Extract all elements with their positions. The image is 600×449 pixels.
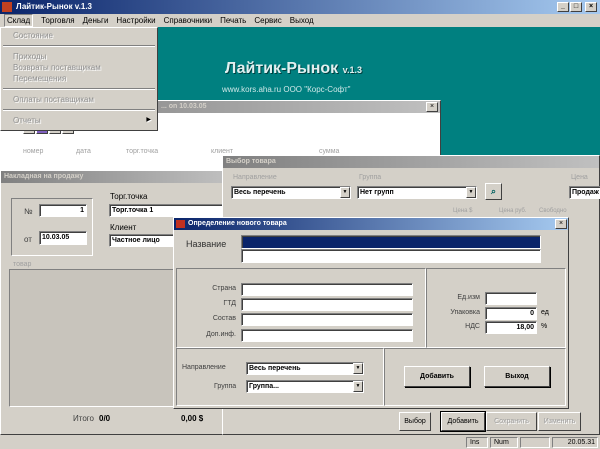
- dialog-icon: [176, 220, 185, 228]
- menu-nastroyki[interactable]: Настройки: [116, 14, 155, 27]
- group-label: Группа: [359, 174, 382, 181]
- submenu-arrow-icon: ▶: [146, 117, 151, 123]
- chevron-down-icon: ▼: [340, 187, 350, 198]
- point-label: Торг.точка: [110, 192, 148, 201]
- status-num: Num: [490, 437, 518, 448]
- dialog-group-combo[interactable]: Группа... ▼: [246, 380, 364, 393]
- dialog-title: Определение нового товара: [174, 218, 568, 230]
- total-label: Итого: [73, 414, 94, 423]
- menu-dengi[interactable]: Деньги: [83, 14, 109, 27]
- invoice-window-title: Накладная на продажу: [1, 171, 229, 183]
- client-label: Клиент: [110, 223, 137, 232]
- pack-input[interactable]: 0: [485, 307, 537, 320]
- status-bar: Ins Num 20.05.31: [0, 435, 600, 449]
- dialog-exit-button[interactable]: Выход: [484, 366, 550, 387]
- direction-label: Направление: [233, 174, 277, 181]
- dialog-group-label: Группа: [214, 383, 237, 390]
- menu-vyhod[interactable]: Выход: [290, 14, 314, 27]
- logo-title: Лайтик-Рынок v.1.3: [225, 60, 362, 77]
- column-header[interactable]: клиент: [211, 148, 233, 155]
- total-count: 0/0: [99, 414, 111, 423]
- column-header[interactable]: номер: [23, 148, 43, 155]
- menu-item-returns[interactable]: Возвраты поставщикам: [1, 62, 157, 73]
- menu-servis[interactable]: Сервис: [254, 14, 281, 27]
- unit-input[interactable]: [485, 292, 537, 305]
- unit-label: Ед.изм: [457, 294, 480, 301]
- app-title: Лайтик-Рынок v.1.3: [16, 2, 92, 11]
- menu-sklad[interactable]: Склад: [4, 14, 34, 27]
- total-sum: 0,00 $: [181, 414, 204, 423]
- name-input-line1[interactable]: [241, 235, 541, 249]
- pack-unit: ед: [541, 309, 549, 316]
- menu-item-state[interactable]: Состояние: [1, 30, 157, 41]
- menu-item-transfers[interactable]: Перемещения: [1, 73, 157, 84]
- save-button[interactable]: Сохранить: [486, 412, 537, 431]
- dialog-direction-combo[interactable]: Весь перечень ▼: [246, 362, 364, 375]
- list-close-button[interactable]: ×: [426, 102, 438, 112]
- binoculars-icon[interactable]: ⌕: [485, 183, 502, 200]
- vat-input[interactable]: 18,00: [485, 321, 537, 334]
- name-input-line2[interactable]: [241, 249, 541, 263]
- chevron-down-icon: ▼: [353, 381, 363, 392]
- edit-button[interactable]: Изменить: [538, 412, 581, 431]
- column-header[interactable]: сумма: [319, 148, 339, 155]
- column-header[interactable]: Свободно: [539, 208, 567, 214]
- status-time: 20.05.31: [552, 437, 598, 448]
- country-input[interactable]: [241, 283, 413, 296]
- invoice-number-input[interactable]: 1: [39, 204, 87, 217]
- menu-torgovlya[interactable]: Торговля: [41, 14, 74, 27]
- dialog-direction-label: Направление: [182, 364, 226, 371]
- items-label: товар: [13, 261, 32, 268]
- menu-bar: Склад Торговля Деньги Настройки Справочн…: [0, 14, 600, 27]
- sklad-dropdown-menu: Состояние Приходы Возвраты поставщикам П…: [0, 27, 158, 131]
- choose-window-title: Выбор товара: [223, 156, 599, 168]
- point-input[interactable]: Торг.точка 1: [109, 204, 229, 217]
- vat-unit: %: [541, 323, 548, 330]
- app-icon: [2, 2, 12, 12]
- no-label: №: [24, 207, 33, 216]
- chevron-down-icon: ▼: [353, 363, 363, 374]
- column-header[interactable]: торг.точка: [126, 148, 158, 155]
- price-label: Цена: [571, 174, 588, 181]
- extra-info-label: Доп.инф.: [206, 331, 236, 338]
- menu-separator: [3, 109, 155, 111]
- column-header[interactable]: Цена руб.: [499, 208, 527, 214]
- menu-separator: [3, 88, 155, 90]
- status-ins: Ins: [466, 437, 488, 448]
- app-title-bar: Лайтик-Рынок v.1.3 _ □ ×: [0, 0, 600, 14]
- select-button[interactable]: Выбор: [399, 412, 431, 431]
- add-button[interactable]: Добавить: [440, 411, 486, 432]
- vat-label: НДС: [465, 323, 480, 330]
- country-label: Страна: [212, 285, 236, 292]
- name-label: Название: [186, 239, 227, 249]
- new-goods-dialog: Определение нового товара × Название Стр…: [173, 217, 569, 409]
- date-label: от: [24, 235, 32, 244]
- menu-item-payments[interactable]: Оплаты поставщикам: [1, 94, 157, 105]
- close-button[interactable]: ×: [585, 2, 597, 12]
- minimize-button[interactable]: _: [557, 2, 569, 12]
- gtd-input[interactable]: [241, 298, 413, 311]
- column-header[interactable]: дата: [76, 148, 91, 155]
- invoice-date-input[interactable]: 10.03.05: [39, 231, 87, 245]
- maximize-button[interactable]: □: [570, 2, 582, 12]
- status-empty: [520, 437, 550, 448]
- menu-spravochniki[interactable]: Справочники: [164, 14, 212, 27]
- dialog-add-button[interactable]: Добавить: [404, 366, 470, 387]
- column-header[interactable]: Цена $: [453, 208, 472, 214]
- price-combo[interactable]: Продаж: [569, 186, 600, 199]
- logo-subtitle: www.kors.aha.ru ООО "Корс-Софт": [222, 85, 351, 94]
- group-combo[interactable]: Нет групп ▼: [357, 186, 477, 199]
- menu-pechat[interactable]: Печать: [220, 14, 246, 27]
- menu-item-incoming[interactable]: Приходы: [1, 51, 157, 62]
- pack-label: Упаковка: [450, 309, 480, 316]
- composition-input[interactable]: [241, 313, 413, 326]
- menu-separator: [3, 45, 155, 47]
- chevron-down-icon: ▼: [466, 187, 476, 198]
- gtd-label: ГТД: [223, 300, 236, 307]
- menu-item-reports[interactable]: Отчеты ▶: [1, 115, 157, 126]
- dialog-close-button[interactable]: ×: [555, 219, 567, 229]
- composition-label: Состав: [212, 315, 236, 322]
- direction-combo[interactable]: Весь перечень ▼: [231, 186, 351, 199]
- extra-info-input[interactable]: [241, 329, 413, 342]
